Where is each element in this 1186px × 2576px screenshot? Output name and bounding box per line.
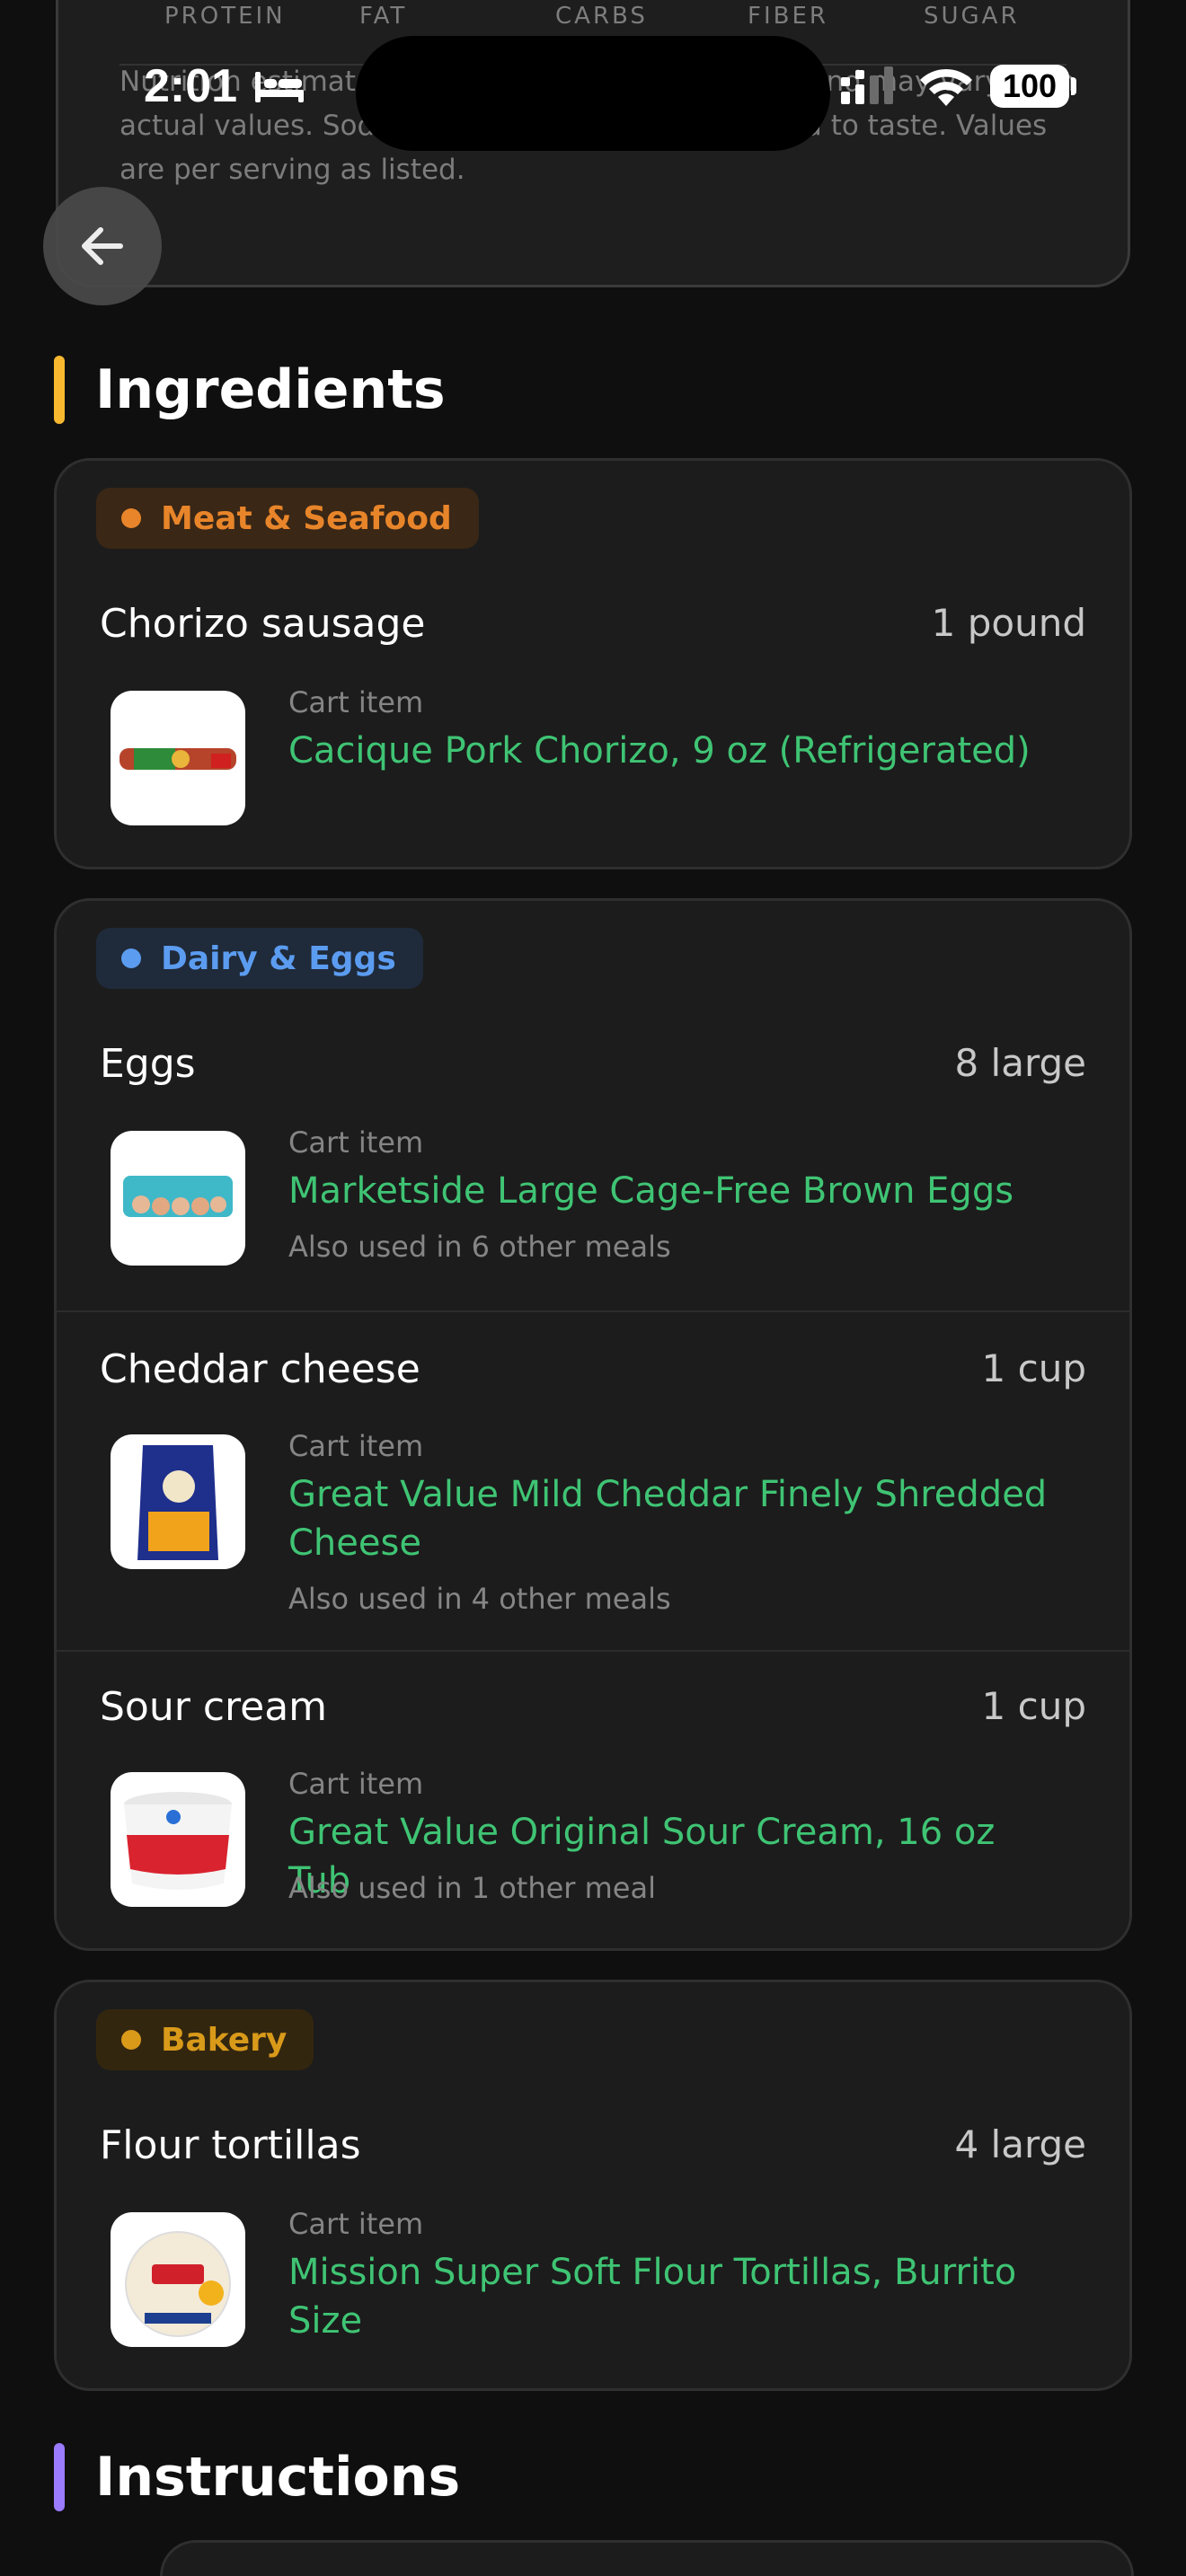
ingredient-item-sour-cream[interactable]: Sour cream 1 cup Cart item Great Value O…	[57, 1652, 1129, 1948]
product-thumbnail	[111, 1434, 245, 1569]
ingredient-qty: 1 pound	[931, 601, 1086, 645]
eggs-carton-image	[123, 1176, 233, 1217]
ingredients-title: Ingredients	[95, 358, 446, 421]
category-card-bakery: Bakery Flour tortillas 4 large Cart item…	[54, 1980, 1132, 2391]
cart-product-link[interactable]: Marketside Large Cage-Free Brown Eggs	[288, 1167, 1061, 1215]
ingredient-name: Eggs	[100, 1041, 196, 1087]
ingredient-qty: 1 cup	[981, 1346, 1086, 1390]
ingredient-item-eggs[interactable]: Eggs 8 large Cart item Marketside Large …	[57, 901, 1129, 1310]
instructions-title: Instructions	[95, 2446, 461, 2509]
sleep-focus-icon	[255, 72, 304, 102]
cart-item-label: Cart item	[288, 2207, 424, 2241]
macro-label-sugar: SUGAR	[924, 3, 1020, 30]
cart-item-label: Cart item	[288, 1767, 424, 1801]
cart-product-link[interactable]: Cacique Pork Chorizo, 9 oz (Refrigerated…	[288, 727, 1061, 775]
cart-item-label: Cart item	[288, 1429, 424, 1463]
chorizo-package-image	[119, 748, 236, 770]
sour-cream-tub-image	[124, 1792, 232, 1890]
product-thumbnail	[111, 1131, 245, 1266]
ingredients-accent-bar	[54, 356, 65, 424]
also-used-note: Also used in 1 other meal	[288, 1871, 656, 1905]
cart-item-label: Cart item	[288, 685, 424, 719]
ingredient-name: Chorizo sausage	[100, 601, 426, 647]
macro-label-fiber: FIBER	[748, 3, 828, 30]
ingredients-header: Ingredients	[54, 356, 446, 424]
ingredient-qty: 1 cup	[981, 1684, 1086, 1728]
cart-product-link[interactable]: Great Value Mild Cheddar Finely Shredded…	[288, 1470, 1061, 1567]
ingredient-name: Sour cream	[100, 1684, 328, 1730]
product-thumbnail	[111, 2212, 245, 2347]
category-name: Bakery	[161, 2021, 288, 2059]
category-card-dairy-eggs: Dairy & Eggs Eggs 8 large Cart item Mark…	[54, 898, 1132, 1951]
also-used-note: Also used in 4 other meals	[288, 1582, 671, 1616]
category-card-meat-seafood: Meat & Seafood Chorizo sausage 1 pound C…	[54, 458, 1132, 869]
badge-dot	[121, 508, 141, 528]
macro-label-carbs: CARBS	[555, 3, 648, 30]
status-time: 2:01	[144, 60, 238, 112]
product-thumbnail	[111, 1772, 245, 1907]
tortilla-package-image	[125, 2231, 231, 2337]
category-badge-meat-seafood: Meat & Seafood	[96, 488, 479, 549]
battery-indicator: 100	[990, 65, 1069, 108]
wifi-icon	[920, 68, 972, 106]
instructions-accent-bar	[54, 2443, 65, 2511]
badge-dot	[121, 2030, 141, 2050]
instruction-step-card[interactable]	[160, 2540, 1134, 2576]
macro-label-fat: FAT	[359, 3, 408, 30]
dynamic-island	[356, 36, 830, 151]
ingredient-item-cheddar-cheese[interactable]: Cheddar cheese 1 cup Cart item Great Val…	[57, 1312, 1129, 1650]
back-button[interactable]	[43, 187, 162, 305]
cheese-bag-image	[137, 1445, 218, 1560]
ingredient-qty: 8 large	[954, 1041, 1086, 1085]
also-used-note: Also used in 6 other meals	[288, 1230, 671, 1264]
cart-product-link[interactable]: Mission Super Soft Flour Tortillas, Burr…	[288, 2248, 1061, 2345]
ingredient-name: Cheddar cheese	[100, 1346, 420, 1392]
instructions-header: Instructions	[54, 2443, 460, 2511]
cellular-signal-icon	[841, 66, 893, 104]
cart-item-label: Cart item	[288, 1125, 424, 1160]
category-name: Meat & Seafood	[161, 499, 452, 537]
macro-label-protein: PROTEIN	[164, 3, 286, 30]
arrow-left-icon	[82, 227, 123, 265]
category-badge-bakery: Bakery	[96, 2009, 314, 2070]
ingredient-name: Flour tortillas	[100, 2122, 361, 2168]
ingredient-qty: 4 large	[954, 2122, 1086, 2166]
battery-tip	[1071, 77, 1076, 95]
product-thumbnail	[111, 691, 245, 825]
